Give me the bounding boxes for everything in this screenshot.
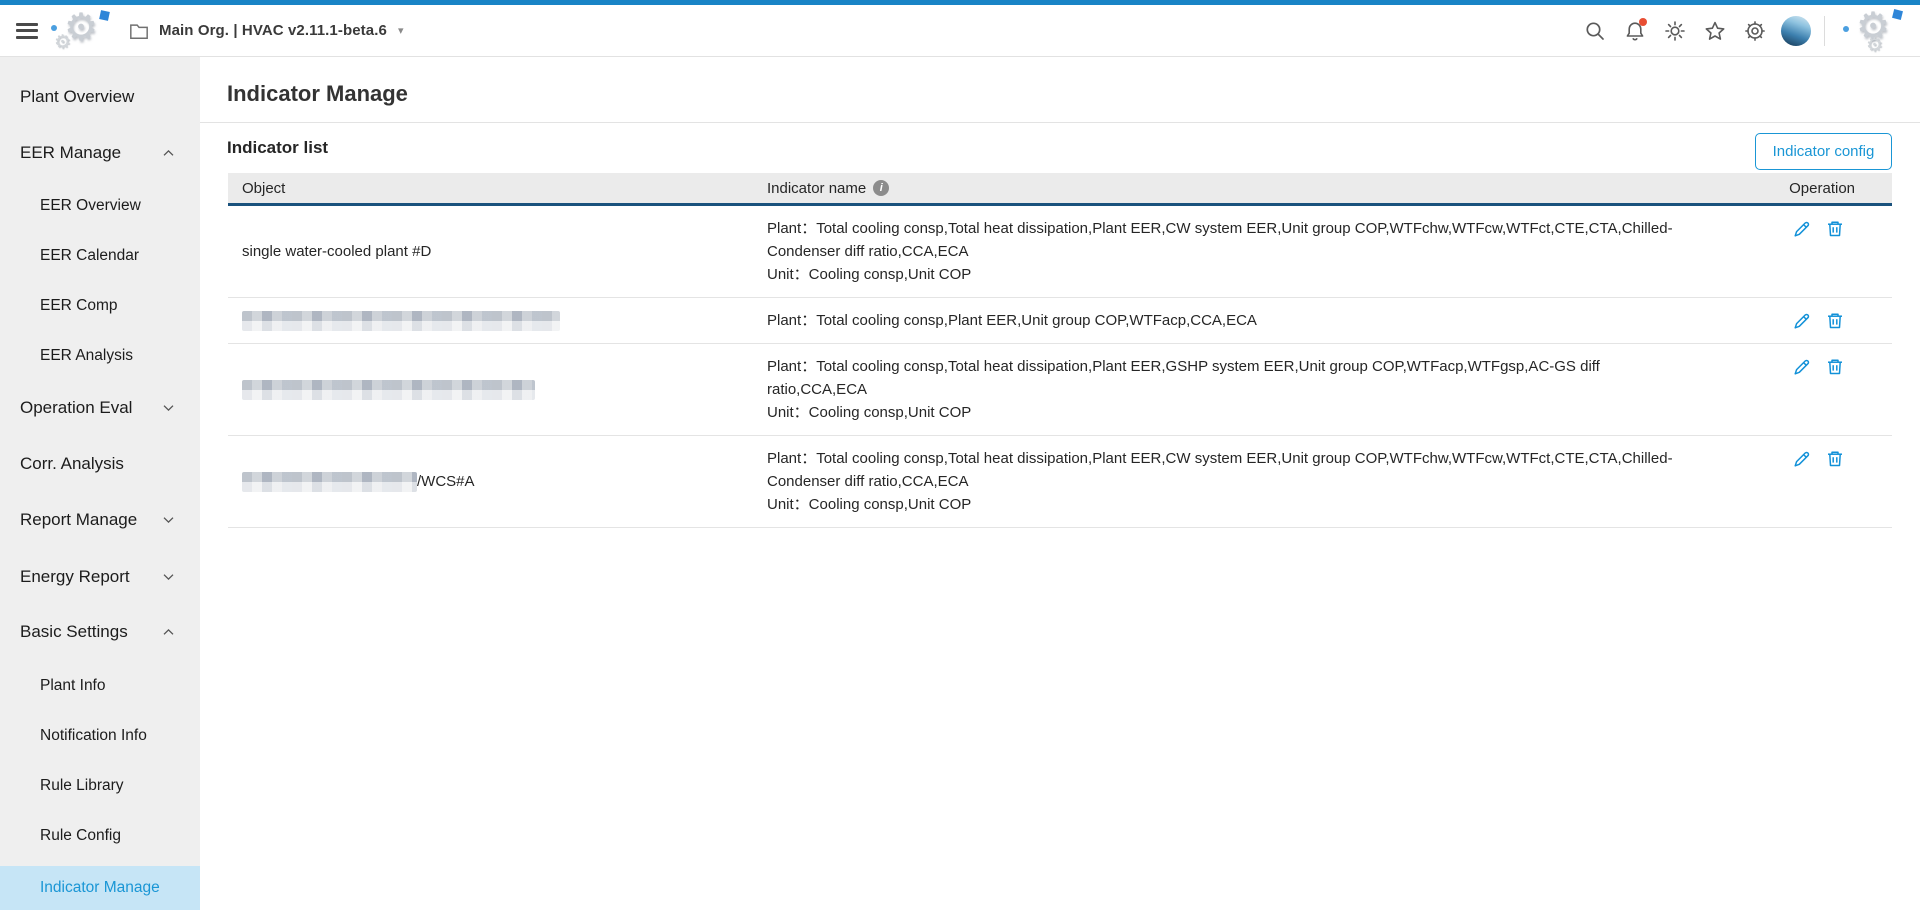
- table-row: single water-cooled plant #D Plant：Total…: [228, 206, 1892, 298]
- sidebar-item-report-manage[interactable]: Report Manage: [0, 502, 200, 538]
- app-logo-right: ⚙ ⚙: [1838, 8, 1904, 54]
- indicator-name-cell: Plant：Total cooling consp,Total heat dis…: [755, 436, 1742, 527]
- sidebar: Plant Overview EER Manage EER Overview E…: [0, 57, 200, 910]
- blue-dot-icon: [1843, 26, 1849, 32]
- search-icon[interactable]: [1583, 19, 1607, 43]
- object-cell: [228, 344, 755, 435]
- folder-icon: [128, 21, 150, 41]
- indicator-line: Condenser diff ratio,CCA,ECA: [767, 470, 1697, 493]
- indicator-name-cell: Plant：Total cooling consp,Total heat dis…: [755, 344, 1742, 435]
- object-cell: [228, 298, 755, 343]
- indicator-name-cell: Plant：Total cooling consp,Total heat dis…: [755, 206, 1742, 297]
- sidebar-item-plant-info[interactable]: Plant Info: [0, 668, 200, 704]
- chevron-up-icon: [163, 150, 174, 157]
- censored-text-block: [242, 311, 560, 331]
- caret-down-icon: ▾: [398, 24, 404, 37]
- operation-cell: [1742, 298, 1892, 343]
- page-title: Indicator Manage: [227, 81, 408, 107]
- hamburger-menu-icon[interactable]: [16, 23, 38, 39]
- sidebar-item-eer-comp[interactable]: EER Comp: [0, 288, 200, 324]
- brightness-icon[interactable]: [1663, 19, 1687, 43]
- user-avatar[interactable]: [1781, 16, 1811, 46]
- indicator-line: Condenser diff ratio,CCA,ECA: [767, 240, 1697, 263]
- operation-cell: [1742, 436, 1892, 527]
- favorites-star-icon[interactable]: [1703, 19, 1727, 43]
- sidebar-item-eer-analysis[interactable]: EER Analysis: [0, 338, 200, 374]
- blue-cube-icon: [1892, 9, 1903, 20]
- header-divider: [1824, 16, 1825, 46]
- indicator-line: Unit：Cooling consp,Unit COP: [767, 401, 1697, 424]
- sidebar-item-indicator-manage[interactable]: Indicator Manage: [0, 866, 200, 910]
- operation-cell: [1742, 344, 1892, 435]
- sidebar-item-operation-eval[interactable]: Operation Eval: [0, 390, 200, 426]
- sidebar-item-eer-calendar[interactable]: EER Calendar: [0, 238, 200, 274]
- settings-gear-icon[interactable]: [1743, 19, 1767, 43]
- censored-text-block: [242, 380, 535, 400]
- indicator-line: Unit：Cooling consp,Unit COP: [767, 263, 1697, 286]
- indicator-line: Plant：Total cooling consp,Total heat dis…: [767, 447, 1697, 470]
- blue-cube-icon: [99, 10, 110, 21]
- sidebar-item-plant-overview[interactable]: Plant Overview: [0, 79, 200, 115]
- section-title: Indicator list: [227, 138, 328, 158]
- sidebar-item-energy-report[interactable]: Energy Report: [0, 559, 200, 595]
- indicator-line: Plant：Total cooling consp,Total heat dis…: [767, 217, 1697, 240]
- delete-trash-icon[interactable]: [1825, 311, 1845, 331]
- indicator-line: Plant：Total cooling consp,Plant EER,Unit…: [767, 309, 1697, 332]
- notification-badge: [1639, 18, 1647, 26]
- indicator-line: Unit：Cooling consp,Unit COP: [767, 493, 1697, 516]
- indicator-table: Object Indicator name i Operation single…: [228, 173, 1892, 528]
- gear-logo-small-icon: ⚙: [54, 33, 71, 52]
- delete-trash-icon[interactable]: [1825, 449, 1845, 469]
- column-header-object: Object: [228, 180, 755, 197]
- sidebar-item-rule-config[interactable]: Rule Config: [0, 818, 200, 854]
- object-cell: single water-cooled plant #D: [228, 206, 755, 297]
- sidebar-item-notification-info[interactable]: Notification Info: [0, 718, 200, 754]
- edit-pencil-icon[interactable]: [1792, 311, 1812, 331]
- object-cell: /WCS#A: [228, 436, 755, 527]
- column-header-indicator-name: Indicator name i: [755, 180, 1742, 197]
- chevron-down-icon: [163, 574, 174, 581]
- chevron-down-icon: [163, 517, 174, 524]
- sidebar-item-eer-manage[interactable]: EER Manage: [0, 135, 200, 171]
- info-icon[interactable]: i: [873, 180, 889, 196]
- table-row: /WCS#A Plant：Total cooling consp,Total h…: [228, 436, 1892, 528]
- table-header-row: Object Indicator name i Operation: [228, 173, 1892, 206]
- delete-trash-icon[interactable]: [1825, 219, 1845, 239]
- sidebar-item-basic-settings[interactable]: Basic Settings: [0, 614, 200, 650]
- edit-pencil-icon[interactable]: [1792, 449, 1812, 469]
- gear-logo-small-icon: ⚙: [1866, 36, 1883, 55]
- table-row: Plant：Total cooling consp,Total heat dis…: [228, 344, 1892, 436]
- table-row: Plant：Total cooling consp,Plant EER,Unit…: [228, 298, 1892, 344]
- column-header-operation: Operation: [1742, 180, 1892, 197]
- censored-text-block: [242, 472, 417, 492]
- title-divider: [200, 122, 1920, 123]
- sidebar-item-rule-library[interactable]: Rule Library: [0, 768, 200, 804]
- org-title: Main Org. | HVAC v2.11.1-beta.6: [159, 22, 387, 39]
- app-header: ⚙ ⚙ Main Org. | HVAC v2.11.1-beta.6 ▾: [0, 5, 1920, 57]
- indicator-name-cell: Plant：Total cooling consp,Plant EER,Unit…: [755, 298, 1742, 343]
- notifications-bell-icon[interactable]: [1623, 19, 1647, 43]
- edit-pencil-icon[interactable]: [1792, 219, 1812, 239]
- operation-cell: [1742, 206, 1892, 297]
- main-content: Indicator Manage Indicator list Indicato…: [200, 57, 1920, 910]
- chevron-up-icon: [163, 629, 174, 636]
- sidebar-item-corr-analysis[interactable]: Corr. Analysis: [0, 446, 200, 482]
- blue-dot-icon: [51, 25, 57, 31]
- delete-trash-icon[interactable]: [1825, 357, 1845, 377]
- edit-pencil-icon[interactable]: [1792, 357, 1812, 377]
- chevron-down-icon: [163, 405, 174, 412]
- org-switcher[interactable]: Main Org. | HVAC v2.11.1-beta.6 ▾: [128, 21, 403, 41]
- indicator-line: Plant：Total cooling consp,Total heat dis…: [767, 355, 1697, 378]
- indicator-config-button[interactable]: Indicator config: [1755, 133, 1892, 170]
- sidebar-item-eer-overview[interactable]: EER Overview: [0, 188, 200, 224]
- indicator-line: ratio,CCA,ECA: [767, 378, 1697, 401]
- app-logo: ⚙ ⚙: [50, 8, 112, 54]
